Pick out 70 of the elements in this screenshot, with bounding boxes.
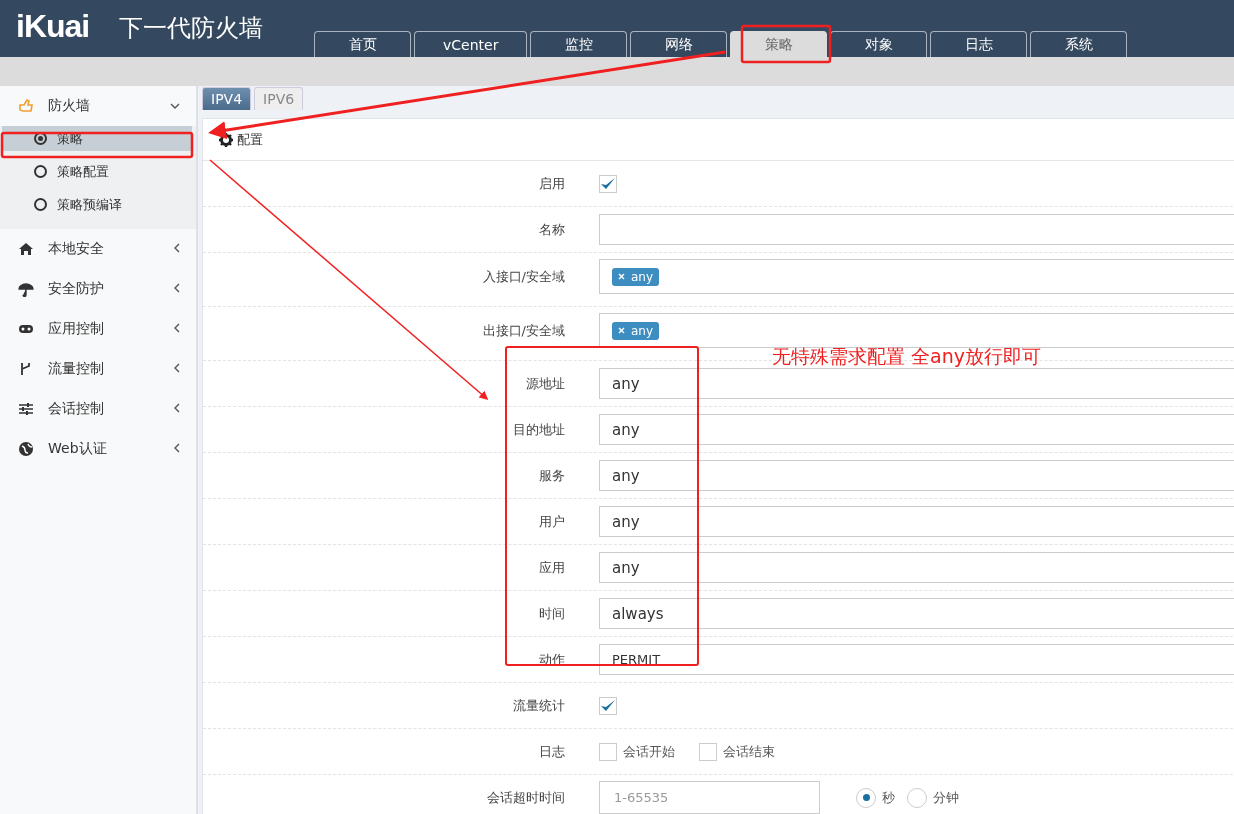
field-label: 目的地址	[512, 420, 566, 439]
tag-chip[interactable]: any	[612, 321, 660, 340]
check-icon	[600, 698, 616, 713]
select-field[interactable]: always	[599, 598, 1234, 629]
sidebar-group[interactable]: 应用控制	[0, 309, 196, 349]
nav-tab[interactable]: 对象	[830, 31, 928, 57]
sidebar-group[interactable]: 防火墙	[0, 86, 196, 126]
nav-tab[interactable]: 首页	[314, 31, 411, 57]
field-label: 服务	[538, 466, 566, 485]
tag-chip[interactable]: any	[612, 267, 660, 286]
select-field[interactable]: any	[599, 368, 1234, 399]
field-label: 启用	[538, 174, 566, 193]
check-icon	[600, 176, 616, 191]
field-label: 源地址	[525, 374, 566, 393]
field-label: 会话超时时间	[486, 788, 566, 807]
select-field[interactable]: PERMIT	[599, 644, 1234, 675]
chevron-left-icon	[173, 443, 180, 453]
nav-tab[interactable]: 网络	[630, 31, 728, 57]
field-label: 应用	[538, 558, 566, 577]
chevron-down-icon	[170, 103, 180, 110]
tag-input-field[interactable]: any	[599, 313, 1234, 348]
chevron-left-icon	[173, 323, 180, 333]
field-label: 流量统计	[512, 696, 566, 715]
nav-tab[interactable]: 日志	[930, 31, 1028, 57]
field-label: 出接口/安全域	[481, 322, 566, 340]
close-icon[interactable]	[618, 273, 625, 280]
timeout-input-field[interactable]: 1-65535	[599, 781, 820, 814]
panel-title: 配置	[237, 130, 263, 149]
ip-tab[interactable]: IPV4	[202, 87, 252, 110]
select-field[interactable]: any	[599, 460, 1234, 491]
radio-label: 分钟	[933, 788, 959, 807]
checkbox[interactable]	[699, 742, 717, 761]
sidebar-group[interactable]: Web认证	[0, 429, 196, 469]
radio-button[interactable]	[907, 787, 927, 808]
chevron-left-icon	[173, 403, 180, 413]
sidebar-group[interactable]: 流量控制	[0, 349, 196, 389]
radio-button[interactable]	[856, 787, 876, 808]
close-icon[interactable]	[618, 327, 625, 334]
checkbox[interactable]	[599, 174, 617, 193]
field-label: 入接口/安全域	[481, 268, 566, 286]
sidebar-item[interactable]: 策略配置	[2, 159, 192, 184]
checkbox-label: 会话结束	[723, 742, 775, 761]
logo: iKuai	[16, 8, 90, 45]
select-field[interactable]: any	[599, 506, 1234, 537]
tag-input-field[interactable]: any	[599, 259, 1234, 294]
select-field[interactable]: any	[599, 552, 1234, 583]
sidebar-group[interactable]: 会话控制	[0, 389, 196, 429]
app-title: 下一代防火墙	[119, 13, 263, 44]
annotation-text: 无特殊需求配置 全any放行即可	[772, 347, 1041, 366]
sidebar-group[interactable]: 本地安全	[0, 229, 196, 269]
settings-icon	[219, 132, 233, 147]
name-field[interactable]	[599, 214, 1234, 245]
checkbox-label: 会话开始	[623, 742, 675, 761]
checkbox[interactable]	[599, 742, 617, 761]
nav-tab[interactable]: 监控	[530, 31, 628, 57]
chevron-left-icon	[173, 283, 180, 293]
sidebar-item[interactable]: 策略预编译	[2, 192, 192, 217]
field-label: 用户	[538, 512, 566, 531]
chevron-left-icon	[173, 243, 180, 253]
radio-label: 秒	[882, 788, 895, 807]
nav-tab[interactable]: 策略	[730, 31, 828, 57]
chevron-left-icon	[173, 363, 180, 373]
field-label: 名称	[538, 220, 566, 239]
field-label: 时间	[538, 604, 566, 623]
nav-tab[interactable]: vCenter	[414, 31, 528, 57]
select-field[interactable]: any	[599, 414, 1234, 445]
field-label: 日志	[538, 742, 566, 761]
nav-tab[interactable]: 系统	[1030, 31, 1128, 57]
checkbox[interactable]	[599, 696, 617, 715]
sidebar-group[interactable]: 安全防护	[0, 269, 196, 309]
